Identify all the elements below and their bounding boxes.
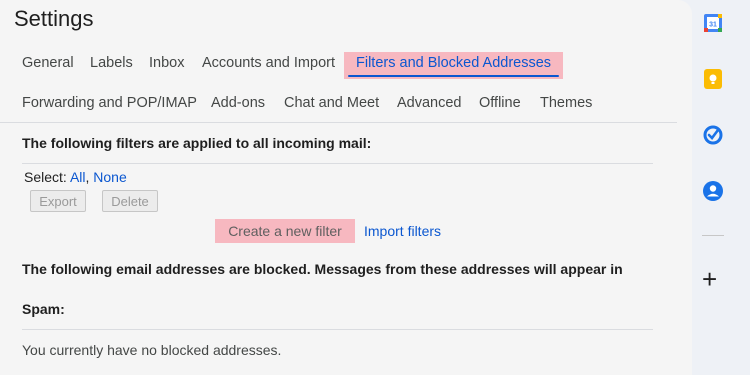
export-button[interactable]: Export	[30, 190, 86, 212]
tab-general[interactable]: General	[22, 55, 74, 71]
select-label: Select:	[24, 169, 67, 185]
select-none-link[interactable]: None	[93, 169, 126, 185]
add-icon[interactable]: +	[702, 266, 717, 292]
page-title: Settings	[14, 6, 94, 31]
tab-add-ons[interactable]: Add-ons	[211, 95, 265, 111]
tab-advanced[interactable]: Advanced	[397, 95, 462, 111]
import-filters-link[interactable]: Import filters	[364, 223, 441, 239]
tab-themes[interactable]: Themes	[540, 95, 592, 111]
tab-filters-label: Filters and Blocked Addresses	[356, 55, 552, 71]
calendar-icon[interactable]: 31	[702, 12, 724, 34]
keep-icon[interactable]	[702, 68, 724, 90]
tab-offline[interactable]: Offline	[479, 95, 521, 111]
tab-forwarding-and-pop-imap[interactable]: Forwarding and POP/IMAP	[22, 95, 197, 111]
tasks-icon[interactable]	[702, 124, 724, 146]
settings-panel: Settings General Labels Inbox Accounts a…	[0, 0, 692, 375]
active-tab-indicator	[348, 75, 560, 77]
contacts-icon[interactable]	[702, 180, 724, 202]
tab-labels[interactable]: Labels	[90, 55, 133, 71]
filters-heading: The following filters are applied to all…	[22, 135, 372, 151]
tab-filters-and-blocked-addresses[interactable]: Filters and Blocked Addresses	[344, 52, 564, 79]
select-row: Select: All, None	[24, 169, 127, 185]
tab-inbox[interactable]: Inbox	[149, 55, 184, 71]
calendar-day: 31	[709, 22, 717, 29]
side-panel: 31 +	[692, 0, 750, 375]
filters-divider	[22, 163, 653, 164]
select-all-link[interactable]: All	[70, 169, 86, 185]
blocked-heading: The following email addresses are blocke…	[22, 261, 623, 277]
select-separator: ,	[85, 169, 90, 185]
tabs-divider	[0, 122, 677, 123]
tab-chat-and-meet[interactable]: Chat and Meet	[284, 95, 379, 111]
side-panel-divider	[702, 235, 724, 236]
tab-accounts-and-import[interactable]: Accounts and Import	[202, 55, 335, 71]
no-blocked-addresses-text: You currently have no blocked addresses.	[22, 342, 282, 358]
delete-button[interactable]: Delete	[102, 190, 158, 212]
blocked-divider	[22, 329, 653, 330]
blocked-heading-spam: Spam:	[22, 301, 65, 317]
create-new-filter-button[interactable]: Create a new filter	[215, 219, 355, 243]
